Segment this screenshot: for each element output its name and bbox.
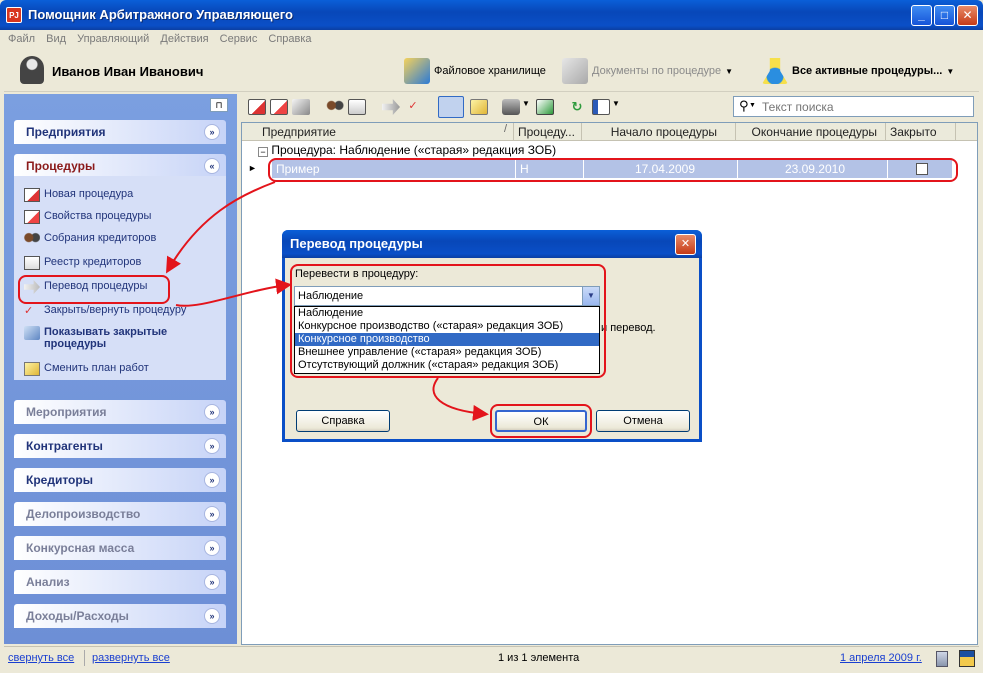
arrow-select-to-ok xyxy=(432,377,489,421)
arrow-row-to-transfer xyxy=(165,181,276,274)
annotation-arrows xyxy=(165,181,489,421)
arrow-transfer-to-dialog xyxy=(175,278,292,307)
